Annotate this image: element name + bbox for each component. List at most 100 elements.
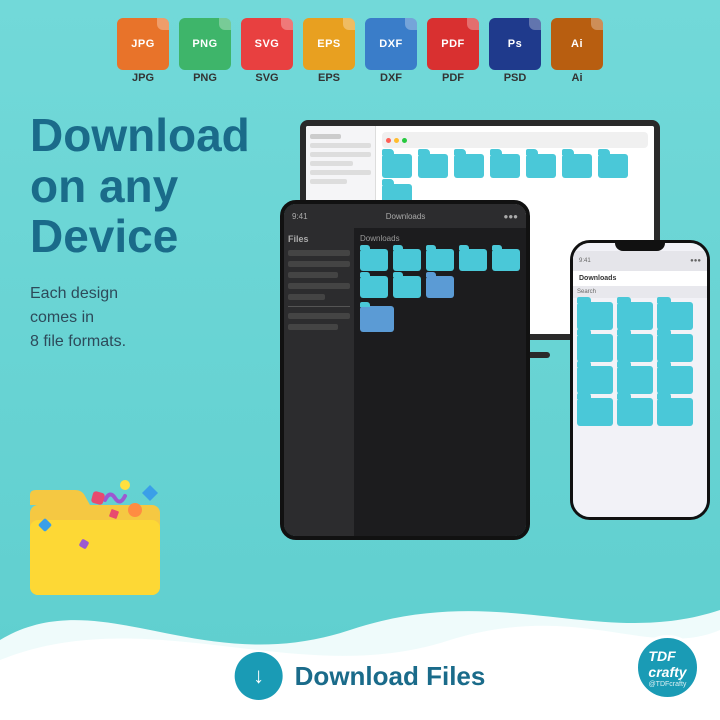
phone-notch xyxy=(615,243,665,251)
phone-folder xyxy=(657,302,693,330)
tablet: 9:41 Downloads ●●● Files xyxy=(280,200,530,540)
tablet-sidebar-item xyxy=(288,283,350,289)
svg-label: SVG xyxy=(255,72,278,84)
ai-icon-shape: Ai xyxy=(551,18,603,70)
file-icon-dxf: DXF DXF xyxy=(365,18,417,84)
sidebar-line xyxy=(310,179,347,184)
file-icon-png: PNG PNG xyxy=(179,18,231,84)
phone-folder xyxy=(617,366,653,394)
download-area[interactable]: ↓ Download Files xyxy=(235,652,486,700)
phone-folder xyxy=(577,398,613,426)
phone-folder xyxy=(617,398,653,426)
tablet-top-bar: 9:41 Downloads ●●● xyxy=(284,204,526,228)
tablet-folder-large xyxy=(360,306,394,332)
tablet-sidebar-item xyxy=(288,261,350,267)
dxf-label: DXF xyxy=(380,72,402,84)
download-label: Download Files xyxy=(295,661,486,692)
screen-folder xyxy=(382,154,412,178)
main-container: JPG JPG PNG PNG SVG SVG EPS EPS DXF DXF … xyxy=(0,0,720,720)
tablet-sidebar-item xyxy=(288,294,325,300)
brand-badge: TDFcrafty @TDFcrafty xyxy=(635,635,700,700)
pdf-icon-shape: PDF xyxy=(427,18,479,70)
sidebar-line xyxy=(310,143,371,148)
jpg-label: JPG xyxy=(132,72,154,84)
tablet-sidebar-item xyxy=(288,272,338,278)
tablet-main: Downloads xyxy=(354,228,526,536)
psd-label: PSD xyxy=(504,72,527,84)
screen-folder xyxy=(418,154,448,178)
phone-screen: 9:41 ●●● Downloads Search xyxy=(573,243,707,517)
tablet-files-label: Files xyxy=(288,234,350,244)
tablet-folder xyxy=(360,276,388,298)
phone-folder xyxy=(657,398,693,426)
png-icon-shape: PNG xyxy=(179,18,231,70)
tablet-folder xyxy=(393,276,421,298)
brand-name: TDFcrafty xyxy=(648,648,686,680)
png-label: PNG xyxy=(193,72,217,84)
phone-search: Search xyxy=(573,286,707,298)
psd-icon-shape: Ps xyxy=(489,18,541,70)
pdf-label: PDF xyxy=(442,72,464,84)
file-icon-eps: EPS EPS xyxy=(303,18,355,84)
headline-line2: on any xyxy=(30,160,178,212)
tablet-folder xyxy=(492,249,520,271)
ai-label: Ai xyxy=(572,72,583,84)
tablet-sidebar: Files xyxy=(284,228,354,536)
brand-handle: @TDFcrafty xyxy=(649,681,687,688)
phone-folders xyxy=(573,298,707,430)
phone-folder xyxy=(577,302,613,330)
tablet-sidebar-item xyxy=(288,313,350,319)
tablet-single-folder xyxy=(360,306,520,332)
phone-folder xyxy=(577,366,613,394)
divider xyxy=(288,306,350,307)
tablet-content: Files Downloads xyxy=(284,228,526,536)
tablet-title: Downloads xyxy=(386,212,426,221)
devices-area: 9:41 Downloads ●●● Files xyxy=(280,120,710,540)
download-arrow-icon: ↓ xyxy=(253,663,264,689)
tablet-folder xyxy=(426,249,454,271)
screen-folder xyxy=(490,154,520,178)
phone-title: Downloads xyxy=(573,271,707,286)
tablet-folder xyxy=(360,249,388,271)
sidebar-line xyxy=(310,161,353,166)
eps-icon-shape: EPS xyxy=(303,18,355,70)
phone: 9:41 ●●● Downloads Search xyxy=(570,240,710,520)
screen-toolbar xyxy=(382,132,648,148)
phone-top-bar: 9:41 ●●● xyxy=(573,251,707,271)
headline-line1: Download xyxy=(30,109,250,161)
tablet-folder xyxy=(393,249,421,271)
tablet-folders xyxy=(360,249,520,298)
phone-folder xyxy=(617,334,653,362)
file-icon-jpg: JPG JPG xyxy=(117,18,169,84)
tablet-sidebar-item xyxy=(288,324,338,330)
headline-line3: Device xyxy=(30,210,178,262)
sidebar-line xyxy=(310,134,341,139)
screen-folder xyxy=(598,154,628,178)
tablet-folder-selected xyxy=(426,276,454,298)
screen-folder xyxy=(526,154,556,178)
tablet-screen: 9:41 Downloads ●●● Files xyxy=(284,204,526,536)
phone-folder xyxy=(577,334,613,362)
tablet-downloads-label: Downloads xyxy=(360,234,520,243)
folder-illustration xyxy=(20,470,180,610)
screen-folder xyxy=(562,154,592,178)
screen-folder xyxy=(454,154,484,178)
file-formats-row: JPG JPG PNG PNG SVG SVG EPS EPS DXF DXF … xyxy=(0,0,720,94)
file-icon-ai: Ai Ai xyxy=(551,18,603,84)
expand-dot xyxy=(402,138,407,143)
file-icon-svg: SVG SVG xyxy=(241,18,293,84)
subtext: Each designcomes in8 file formats. xyxy=(30,282,250,354)
phone-folder xyxy=(657,366,693,394)
dxf-icon-shape: DXF xyxy=(365,18,417,70)
left-content: Download on any Device Each designcomes … xyxy=(30,110,250,354)
phone-battery: ●●● xyxy=(690,258,701,264)
tablet-folder xyxy=(459,249,487,271)
tablet-time: 9:41 xyxy=(292,212,308,221)
file-icon-psd: Ps PSD xyxy=(489,18,541,84)
tablet-sidebar-item xyxy=(288,250,350,256)
svg-icon-shape: SVG xyxy=(241,18,293,70)
phone-folder xyxy=(657,334,693,362)
phone-time: 9:41 xyxy=(579,258,591,264)
phone-folder xyxy=(617,302,653,330)
download-icon-circle[interactable]: ↓ xyxy=(235,652,283,700)
